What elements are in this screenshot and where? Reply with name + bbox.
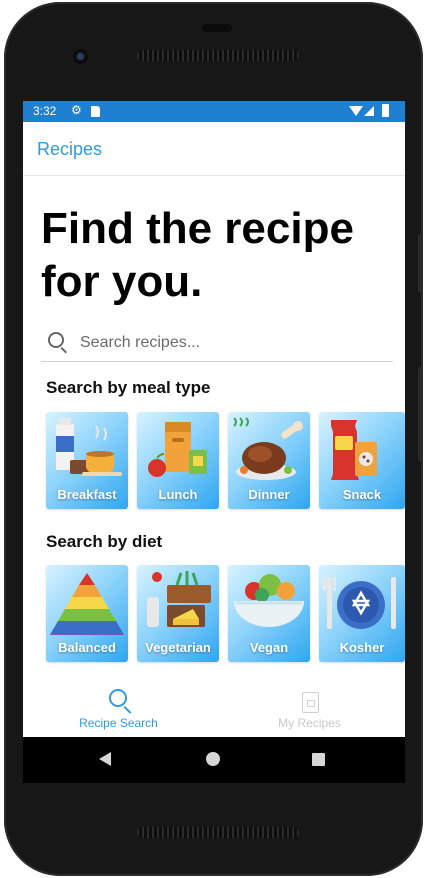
- snack-bag-icon: [331, 420, 377, 480]
- meal-card-lunch[interactable]: Lunch: [137, 412, 219, 509]
- volume-button: [418, 367, 423, 461]
- meal-type-row: Breakfast Lunch Dinner Snack: [46, 412, 405, 510]
- status-bar: 3:32 ⚙: [23, 101, 405, 122]
- diet-card-kosher[interactable]: Kosher: [319, 565, 405, 662]
- nav-recipe-search[interactable]: Recipe Search: [23, 677, 214, 737]
- kosher-plate-icon: [323, 577, 396, 629]
- search-input[interactable]: [78, 328, 382, 358]
- meal-card-label: Lunch: [158, 487, 198, 502]
- power-button: [418, 234, 423, 292]
- meal-section-title: Search by meal type: [46, 378, 211, 397]
- diet-card-label: Kosher: [339, 640, 385, 655]
- speaker-grille-bottom: [137, 827, 299, 838]
- back-icon[interactable]: [99, 752, 111, 766]
- diet-card-label: Vegan: [249, 640, 289, 655]
- breakfast-icon: [56, 418, 122, 476]
- meal-card-label: Snack: [342, 487, 382, 502]
- diet-row: Balanced Vegetarian Vegan Kosher: [46, 565, 405, 663]
- wifi-icon: [349, 106, 363, 116]
- food-pyramid-icon: [50, 573, 124, 635]
- diet-card-label: Vegetarian: [145, 640, 211, 655]
- search-icon: [109, 689, 127, 707]
- app-screen: 3:32 ⚙ Recipes Find the recipe for you. …: [23, 101, 405, 737]
- page-headline: Find the recipe for you.: [41, 204, 354, 306]
- home-icon[interactable]: [206, 752, 220, 766]
- meal-card-breakfast[interactable]: Breakfast: [46, 412, 128, 509]
- speaker-grille-top: [137, 50, 299, 61]
- nav-label-my-recipes: My Recipes: [278, 716, 341, 730]
- status-time: 3:32: [33, 104, 57, 118]
- lunch-bag-icon: [148, 422, 207, 477]
- recipe-book-icon: [302, 692, 319, 713]
- salad-bowl-icon: [234, 574, 304, 627]
- meal-card-snack[interactable]: Snack: [319, 412, 405, 509]
- diet-card-balanced[interactable]: Balanced: [46, 565, 128, 662]
- meal-card-label: Dinner: [248, 487, 290, 502]
- search-icon: [48, 332, 64, 348]
- meal-card-dinner[interactable]: Dinner: [228, 412, 310, 509]
- nav-label-recipe-search: Recipe Search: [79, 716, 158, 730]
- vegetables-crate-icon: [147, 571, 211, 627]
- front-camera: [73, 49, 88, 64]
- earpiece: [202, 24, 232, 32]
- recent-apps-icon[interactable]: [312, 753, 325, 766]
- settings-gear-icon: ⚙: [71, 103, 82, 117]
- bottom-navigation: Recipe Search My Recipes: [23, 677, 405, 737]
- cell-signal-icon: [364, 106, 374, 116]
- roast-chicken-icon: [233, 417, 303, 480]
- app-title: Recipes: [37, 139, 103, 159]
- diet-card-vegetarian[interactable]: Vegetarian: [137, 565, 219, 662]
- nav-my-recipes[interactable]: My Recipes: [214, 677, 405, 737]
- system-navigation-bar: [23, 737, 405, 783]
- app-bar: Recipes: [23, 122, 405, 176]
- diet-card-label: Balanced: [58, 640, 116, 655]
- diet-card-vegan[interactable]: Vegan: [228, 565, 310, 662]
- sd-card-icon: [91, 106, 100, 117]
- search-bar[interactable]: [41, 325, 393, 362]
- meal-card-label: Breakfast: [57, 487, 117, 502]
- battery-icon: [382, 104, 389, 117]
- diet-section-title: Search by diet: [46, 532, 163, 551]
